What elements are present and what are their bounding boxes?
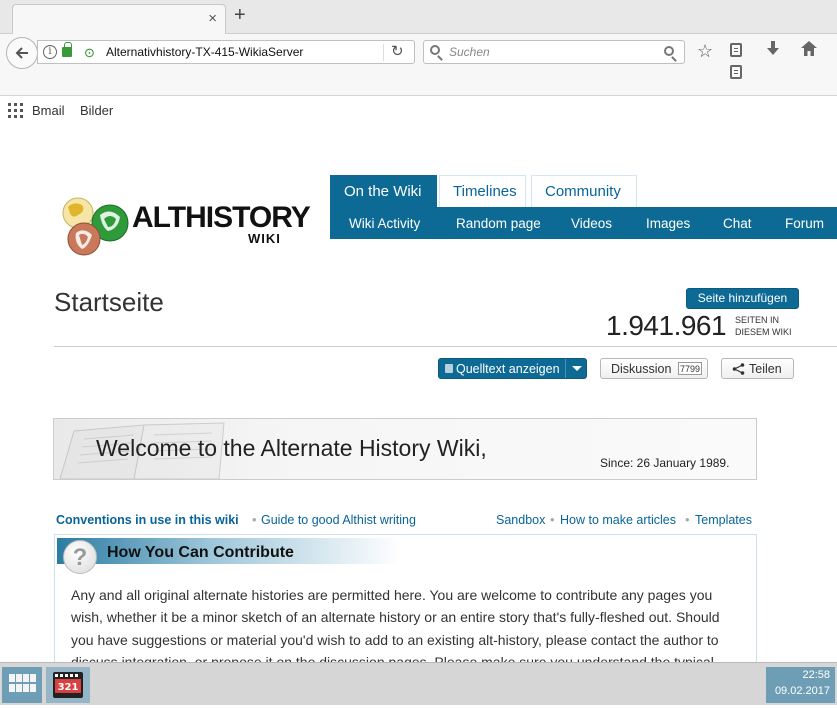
subnav-random-page[interactable]: Random page (456, 216, 541, 231)
page-count-label: SEITEN IN DIESEM WIKI (735, 314, 792, 338)
search-icon (430, 45, 440, 55)
lock-icon (62, 42, 72, 57)
page-count-label-line1: SEITEN IN (735, 315, 780, 325)
view-source-label: Quelltext anzeigen (456, 362, 560, 376)
taskbar: 321 22:58 09.02.2017 (0, 662, 837, 705)
logo-wordmark: ALTHISTORY (132, 201, 311, 234)
link-conventions[interactable]: Conventions in use in this wiki (56, 513, 239, 527)
media-player-label: 321 (58, 682, 79, 693)
link-templates[interactable]: Templates (695, 513, 752, 527)
wiki-subnav: Wiki Activity Random page Videos Images … (330, 207, 837, 239)
navigation-toolbar: i ⊙ Alternativhistory-TX-415-WikiaServer… (0, 34, 837, 96)
add-page-button[interactable]: Seite hinzufügen (686, 288, 799, 309)
discussion-label: Diskussion (611, 362, 672, 376)
media-player-app-icon[interactable]: 321 (46, 667, 90, 703)
link-guide[interactable]: Guide to good Althist writing (261, 513, 416, 527)
tab-timelines[interactable]: Timelines (439, 175, 526, 207)
view-source-button[interactable]: Quelltext anzeigen (438, 358, 587, 379)
page-count-label-line2: DIESEM WIKI (735, 327, 792, 337)
discussion-button[interactable]: Diskussion 7799 (600, 358, 708, 379)
page-count: 1.941.961 (606, 310, 727, 341)
link-separator: • (550, 512, 555, 527)
bookmark-bilder[interactable]: Bilder (80, 103, 113, 118)
share-icon (732, 363, 745, 375)
close-tab-icon[interactable]: × (208, 10, 217, 27)
header-divider (54, 346, 837, 347)
link-separator: • (685, 512, 690, 527)
info-icon[interactable]: i (43, 45, 57, 59)
link-separator: • (252, 512, 257, 527)
bookmarks-menu-icon[interactable] (730, 43, 742, 57)
bookmark-bmail[interactable]: Bmail (32, 103, 65, 118)
reload-icon[interactable]: ↻ (391, 42, 404, 60)
reading-list-icon[interactable] (730, 65, 742, 79)
subnav-chat[interactable]: Chat (723, 216, 752, 231)
welcome-banner: Welcome to the Alternate History Wiki, S… (53, 418, 757, 480)
home-icon[interactable] (801, 41, 817, 61)
clock-date: 09.02.2017 (774, 685, 830, 697)
welcome-title: Welcome to the Alternate History Wiki, (96, 435, 487, 461)
download-icon[interactable] (766, 41, 780, 62)
back-arrow-icon (15, 47, 28, 59)
back-button[interactable] (6, 37, 38, 69)
wiki-logo[interactable]: ALTHISTORY WIKI (62, 197, 311, 257)
url-text[interactable]: Alternativhistory-TX-415-WikiaServer (106, 45, 303, 59)
globe-logo-icon (62, 197, 129, 256)
page-title: Startseite (54, 287, 164, 317)
share-button[interactable]: Teilen (721, 358, 794, 379)
logo-subtitle: WIKI (248, 231, 281, 246)
welcome-since: Since: 26 January 1989. (600, 456, 730, 470)
discussion-count-badge: 7799 (678, 362, 703, 375)
question-icon: ? (63, 540, 97, 574)
search-placeholder: Suchen (449, 45, 490, 59)
share-label: Teilen (749, 362, 782, 376)
system-clock[interactable]: 22:58 09.02.2017 (766, 667, 835, 703)
link-sandbox[interactable]: Sandbox (496, 513, 545, 527)
url-bar[interactable]: i ⊙ Alternativhistory-TX-415-WikiaServer… (37, 40, 415, 64)
subnav-forum[interactable]: Forum (785, 216, 824, 231)
tab-on-the-wiki[interactable]: On the Wiki (330, 175, 437, 207)
bookmark-star-icon[interactable]: ☆ (697, 41, 713, 62)
subnav-videos[interactable]: Videos (571, 216, 612, 231)
chevron-down-icon[interactable] (565, 359, 586, 378)
media-player-logo-icon: 321 (53, 672, 83, 698)
site-favicon: ⊙ (84, 45, 95, 60)
lock-icon (445, 364, 453, 373)
search-input[interactable]: Suchen (423, 40, 685, 64)
contribute-box: ? How You Can Contribute Any and all ori… (54, 534, 757, 669)
search-go-icon[interactable] (664, 46, 674, 56)
start-button[interactable] (2, 667, 42, 703)
contribute-title: How You Can Contribute (107, 544, 294, 561)
tab-community[interactable]: Community (531, 175, 637, 207)
link-how-to-make-articles[interactable]: How to make articles (560, 513, 676, 527)
subnav-images[interactable]: Images (646, 216, 690, 231)
clock-time: 22:58 (802, 669, 830, 681)
bookmarks-bar: Bmail Bilder (0, 97, 837, 125)
tab-strip: × + (0, 0, 837, 35)
apps-grid-icon[interactable] (8, 103, 23, 118)
contribute-text: Any and all original alternate histories… (71, 587, 720, 668)
new-tab-button[interactable]: + (234, 4, 246, 27)
url-divider (383, 44, 384, 61)
browser-tab[interactable]: × (12, 4, 226, 35)
subnav-wiki-activity[interactable]: Wiki Activity (349, 216, 420, 231)
